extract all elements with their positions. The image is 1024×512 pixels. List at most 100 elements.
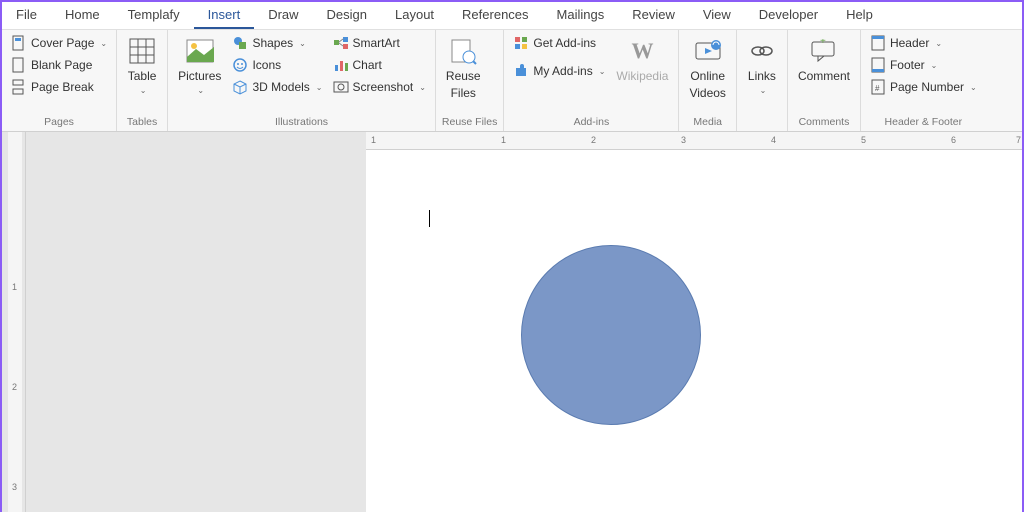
header-button[interactable]: Header ⌄ [867,33,980,53]
my-addins-button[interactable]: My Add-ins ⌄ [510,61,608,81]
chevron-down-icon: ⌄ [935,39,942,48]
hruler-tick: 1 [371,135,376,145]
vruler-tick: 2 [12,382,17,392]
group-hf-label: Header & Footer [867,114,980,131]
comment-button[interactable]: + Comment [794,33,854,86]
document-page[interactable] [366,150,1022,512]
tab-file[interactable]: File [2,2,51,29]
tab-layout[interactable]: Layout [381,2,448,29]
group-pages: Cover Page⌄ Blank Page Page Break Pages [2,30,117,131]
chevron-down-icon: ⌄ [100,39,107,48]
hruler-tick: 5 [861,135,866,145]
group-header-footer: Header⌄ Footer⌄ # Page Number⌄ Header & … [861,30,986,131]
tab-review[interactable]: Review [618,2,689,29]
comment-icon: + [809,36,839,66]
group-comments-label: Comments [794,114,854,131]
wikipedia-button[interactable]: W Wikipedia [612,33,672,86]
menu-tabs: File Home Templafy Insert Draw Design La… [2,2,1022,30]
chevron-down-icon: ⌄ [599,67,606,76]
chart-icon [333,57,349,73]
tab-help[interactable]: Help [832,2,887,29]
chevron-down-icon: ⌄ [299,39,306,48]
page-break-label: Page Break [31,80,94,94]
chevron-down-icon: ⌄ [140,86,147,96]
chart-label: Chart [353,58,382,72]
workspace: 1 2 3 1 1 2 3 4 5 6 7 [2,132,1022,512]
group-media-label: Media [685,114,729,131]
store-icon [513,35,529,51]
tab-insert[interactable]: Insert [194,2,255,29]
3d-models-button[interactable]: 3D Models ⌄ [229,77,325,97]
chart-button[interactable]: Chart [330,55,429,75]
page-break-button[interactable]: Page Break [8,77,110,97]
header-label: Header [890,36,929,50]
link-icon [747,36,777,66]
smartart-button[interactable]: SmartArt [330,33,429,53]
group-tables: Table ⌄ Tables [117,30,168,131]
footer-button[interactable]: Footer⌄ [867,55,980,75]
chevron-down-icon: ⌄ [197,86,204,96]
vruler-tick: 1 [12,282,17,292]
blank-page-button[interactable]: Blank Page [8,55,110,75]
pictures-icon [185,36,215,66]
pictures-button[interactable]: Pictures ⌄ [174,33,225,99]
screenshot-icon [333,79,349,95]
screenshot-button[interactable]: Screenshot⌄ [330,77,429,97]
hruler-tick: 4 [771,135,776,145]
cover-page-button[interactable]: Cover Page ⌄ [8,33,110,53]
wikipedia-icon: W [627,36,657,66]
hruler-tick: 6 [951,135,956,145]
tab-home[interactable]: Home [51,2,114,29]
tab-draw[interactable]: Draw [254,2,312,29]
links-button[interactable]: Links ⌄ [743,33,781,99]
reuse-files-label1: Reuse [446,69,481,83]
smartart-icon [333,35,349,51]
table-button[interactable]: Table ⌄ [123,33,161,99]
videos-label: Videos [689,86,725,100]
chevron-down-icon: ⌄ [931,61,938,70]
tab-developer[interactable]: Developer [745,2,832,29]
get-addins-button[interactable]: Get Add-ins [510,33,608,53]
shapes-label: Shapes [252,36,293,50]
cover-page-icon [11,35,27,51]
page-break-icon [11,79,27,95]
group-media: Online Videos Media [679,30,736,131]
tab-mailings[interactable]: Mailings [543,2,619,29]
page-number-icon: # [870,79,886,95]
cover-page-label: Cover Page [31,36,94,50]
tab-view[interactable]: View [689,2,745,29]
icons-button[interactable]: Icons [229,55,325,75]
icons-label: Icons [252,58,281,72]
page-number-label: Page Number [890,80,964,94]
text-cursor [429,210,430,227]
circle-shape[interactable] [521,245,701,425]
group-reuse-files: Reuse Files Reuse Files [436,30,504,131]
chevron-down-icon: ⌄ [316,83,323,92]
table-icon [127,36,157,66]
tab-templafy[interactable]: Templafy [114,2,194,29]
hruler-tick: 3 [681,135,686,145]
online-videos-button[interactable]: Online Videos [685,33,729,104]
group-illustrations-label: Illustrations [174,114,429,131]
vertical-ruler[interactable]: 1 2 3 [2,132,26,512]
pictures-label: Pictures [178,69,221,83]
tab-design[interactable]: Design [313,2,381,29]
page-number-button[interactable]: # Page Number⌄ [867,77,980,97]
get-addins-label: Get Add-ins [533,36,596,50]
group-addins: Get Add-ins My Add-ins ⌄ W Wikipedia Add… [504,30,679,131]
cube-icon [232,79,248,95]
puzzle-icon [513,63,529,79]
links-label: Links [748,69,776,83]
reuse-files-button[interactable]: Reuse Files [442,33,485,104]
horizontal-ruler[interactable]: 1 1 2 3 4 5 6 7 [366,132,1022,150]
group-illustrations: Pictures ⌄ Shapes ⌄ Icons 3D Models ⌄ [168,30,436,131]
vruler-tick: 3 [12,482,17,492]
table-label: Table [128,69,157,83]
tab-references[interactable]: References [448,2,542,29]
ribbon: Cover Page⌄ Blank Page Page Break Pages … [2,30,1022,132]
svg-text:+: + [820,39,826,47]
shapes-button[interactable]: Shapes ⌄ [229,33,325,53]
blank-page-label: Blank Page [31,58,92,72]
footer-icon [870,57,886,73]
smartart-label: SmartArt [353,36,400,50]
